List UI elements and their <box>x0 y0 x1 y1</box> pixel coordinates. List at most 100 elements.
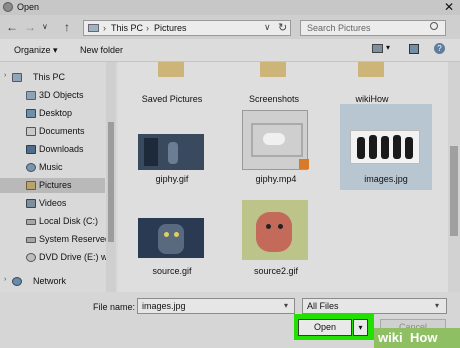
breadcrumb-separator: › <box>146 23 149 33</box>
folder-icon <box>358 62 384 77</box>
address-bar[interactable]: › This PC › Pictures ∨ ↻ <box>83 20 291 36</box>
file-list: Saved Pictures Screenshots wikiHow giphy… <box>118 62 448 292</box>
image-thumbnail <box>138 134 204 170</box>
sidebar-item-label: System Reserved <box>39 234 111 244</box>
new-folder-button[interactable]: New folder <box>80 45 123 55</box>
title-bar: Open ✕ <box>0 0 460 15</box>
search-icon[interactable] <box>430 22 438 30</box>
videos-icon <box>26 199 36 208</box>
video-thumbnail <box>242 110 309 170</box>
wikihow-watermark: wiki How <box>374 328 460 348</box>
up-arrow-icon[interactable]: ↑ <box>64 20 70 34</box>
expand-arrow-icon[interactable]: › <box>4 276 6 283</box>
music-icon <box>26 163 36 172</box>
file-name: source.gif <box>152 266 192 276</box>
refresh-icon[interactable]: ↻ <box>278 21 287 34</box>
file-item[interactable]: images.jpg <box>340 104 432 190</box>
sidebar-item-label: Videos <box>39 198 67 208</box>
sidebar-item-music[interactable]: Music <box>0 160 105 175</box>
breadcrumb-separator: › <box>103 23 106 33</box>
sidebar-item-label: 3D Objects <box>39 90 84 100</box>
file-name: giphy.mp4 <box>255 174 297 184</box>
open-options-dropdown[interactable]: ▾ <box>353 319 368 336</box>
forward-arrow-icon[interactable]: → <box>24 20 36 34</box>
sidebar-item-label: Music <box>39 162 63 172</box>
sidebar-item-documents[interactable]: Documents <box>0 124 105 139</box>
sidebar-item-label: DVD Drive (E:) w <box>39 252 108 262</box>
open-button[interactable]: Open <box>298 319 352 336</box>
folder-icon <box>260 62 286 77</box>
recent-locations-icon[interactable]: ∨ <box>42 22 48 31</box>
watermark-text: How <box>410 330 438 345</box>
desktop-icon <box>26 109 36 118</box>
breadcrumb-this-pc[interactable]: This PC <box>111 23 143 33</box>
file-type-select[interactable]: All Files ▾ <box>302 298 447 314</box>
file-name: source2.gif <box>253 266 299 276</box>
sidebar-item-downloads[interactable]: Downloads <box>0 142 105 157</box>
sidebar-scrollbar-thumb[interactable] <box>108 122 114 242</box>
content-scrollbar-thumb[interactable] <box>450 146 458 236</box>
file-name: giphy.gif <box>155 174 189 184</box>
preview-pane-icon[interactable] <box>409 44 419 54</box>
close-icon[interactable]: ✕ <box>440 0 458 15</box>
network-icon <box>12 277 22 286</box>
search-placeholder: Search Pictures <box>307 23 371 33</box>
sidebar-item-label: Network <box>33 276 67 286</box>
watermark-text: wiki <box>378 330 403 345</box>
documents-icon <box>26 127 36 136</box>
search-box[interactable]: Search Pictures <box>300 20 446 36</box>
file-item[interactable]: wikiHow <box>326 62 418 106</box>
sidebar-item-pictures[interactable]: Pictures <box>0 178 105 193</box>
expand-arrow-icon[interactable]: › <box>4 72 6 79</box>
file-name: Screenshots <box>248 94 300 104</box>
help-icon[interactable]: ? <box>434 43 445 54</box>
file-name: images.jpg <box>364 174 408 184</box>
app-icon <box>3 2 13 12</box>
sidebar-item-system-reserved[interactable]: System Reserved <box>0 232 110 247</box>
file-name: Saved Pictures <box>141 94 203 104</box>
sidebar-item-label: Downloads <box>39 144 84 154</box>
back-arrow-icon[interactable]: ← <box>6 20 18 34</box>
breadcrumb-pictures[interactable]: Pictures <box>154 23 187 33</box>
sidebar-item-label: This PC <box>33 72 66 82</box>
pc-icon <box>12 73 22 82</box>
navigation-pane: › This PC 3D Objects Desktop Documents D… <box>0 62 118 292</box>
address-dropdown-icon[interactable]: ∨ <box>264 22 271 33</box>
sidebar-item-3d-objects[interactable]: 3D Objects <box>0 88 105 103</box>
sidebar-item-label: Local Disk (C:) <box>39 216 99 226</box>
file-item[interactable]: giphy.gif <box>126 108 218 188</box>
command-toolbar: Organize ▾ New folder ▾ ? <box>0 39 460 62</box>
disk-icon <box>26 237 36 243</box>
disk-icon <box>26 219 36 225</box>
sidebar-item-label: Documents <box>39 126 85 136</box>
download-icon <box>26 145 36 154</box>
file-item[interactable]: giphy.mp4 <box>230 108 322 188</box>
file-item[interactable]: Screenshots <box>228 62 320 106</box>
file-name-label: File name: <box>93 302 136 312</box>
pictures-icon <box>26 181 36 190</box>
file-name-field[interactable]: images.jpg ▾ <box>137 298 295 314</box>
view-options-icon[interactable] <box>372 44 383 53</box>
file-item[interactable]: source2.gif <box>230 196 322 288</box>
folder-icon <box>158 62 184 77</box>
sidebar-item-dvd-drive[interactable]: DVD Drive (E:) w <box>0 250 108 265</box>
image-thumbnail <box>242 200 308 260</box>
file-item[interactable]: source.gif <box>126 196 218 288</box>
organize-button[interactable]: Organize ▾ <box>14 45 58 56</box>
content-scrollbar[interactable] <box>448 62 460 292</box>
image-thumbnail <box>138 218 204 258</box>
sidebar-item-local-disk[interactable]: Local Disk (C:) <box>0 214 105 229</box>
open-file-dialog: Open ✕ ← → ∨ ↑ › This PC › Pictures ∨ ↻ … <box>0 0 460 348</box>
file-item[interactable]: Saved Pictures <box>126 62 218 106</box>
file-name-value: images.jpg <box>142 301 186 311</box>
sidebar-item-network[interactable]: › Network <box>0 274 105 289</box>
chevron-down-icon[interactable]: ▾ <box>284 301 288 310</box>
view-dropdown-icon[interactable]: ▾ <box>386 43 390 52</box>
dvd-icon <box>26 253 36 262</box>
pc-icon <box>88 24 99 32</box>
sidebar-item-this-pc[interactable]: › This PC <box>0 70 105 85</box>
sidebar-item-videos[interactable]: Videos <box>0 196 105 211</box>
sidebar-item-desktop[interactable]: Desktop <box>0 106 105 121</box>
chevron-down-icon[interactable]: ▾ <box>435 301 439 310</box>
cube-icon <box>26 91 36 100</box>
